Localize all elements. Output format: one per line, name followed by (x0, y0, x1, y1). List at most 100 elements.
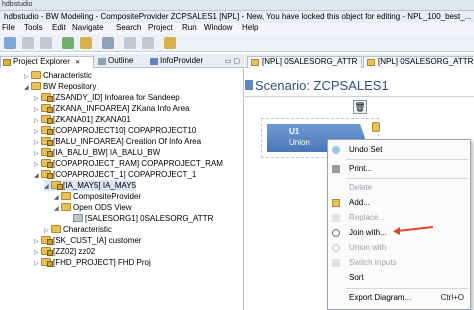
view-tab-row: Project Explorer ✕ Outline InfoProvider … (0, 54, 244, 68)
menu-item-export-diagram[interactable]: Export Diagram... Ctrl+O (328, 292, 470, 304)
twisty-icon[interactable]: ◢ (34, 171, 41, 182)
tree-row[interactable]: ▷ [COPAPROJECT10] COPAPROJECT10 (34, 125, 196, 136)
tree-row[interactable]: ▷ [FHD_PROJECT] FHD Proj (34, 257, 151, 268)
menu-item-sort[interactable]: Sort (328, 272, 470, 284)
menu-tools[interactable]: Tools (24, 23, 43, 32)
tree-row[interactable]: ▷ [SK_CUST_IA] customer (34, 235, 141, 246)
tree-row[interactable]: ▷ Characteristic (24, 70, 92, 81)
menu-project[interactable]: Project (148, 23, 173, 32)
tree-row[interactable]: [SALESORG1] 0SALESORG_ATTR (66, 213, 213, 224)
tree-label: [SK_CUST_IA] customer (53, 236, 142, 245)
editor-tab[interactable]: [NPL] 0SALESORG_ATTR (247, 56, 363, 68)
locked-folder-icon (41, 236, 53, 245)
menu-separator (346, 159, 468, 160)
back-icon[interactable] (124, 37, 136, 49)
tree-row[interactable]: ▷ [COPAPROJECT_RAM] COPAPROJECT_RAM (34, 158, 223, 169)
tree-row-selected[interactable]: ◢ [IA_MAY5] IA_MAY5 (44, 180, 137, 193)
tree-row[interactable]: ▷ [BALU_INFOAREA] Creation Of Info Area (34, 136, 201, 147)
divider (245, 96, 474, 97)
menu-item-print[interactable]: Print... (328, 163, 470, 175)
tree-label: [COPAPROJECT_1] COPAPROJECT_1 (53, 170, 197, 179)
lock-icon (372, 122, 380, 132)
tab-infoprovider[interactable]: InfoProvider (148, 56, 210, 68)
menu-item-undo-set[interactable]: Undo Set (328, 144, 470, 156)
replace-icon (332, 214, 340, 222)
menu-item-union-with[interactable]: Union with (328, 242, 470, 254)
locked-folder-icon (41, 159, 53, 168)
tab-outline[interactable]: Outline (96, 56, 154, 68)
minimize-maximize-icon[interactable]: ▭ ▢ (225, 57, 240, 65)
tree-row[interactable]: ◢ [COPAPROJECT_1] COPAPROJECT_1 (34, 169, 196, 180)
tree-row[interactable]: ◢ CompositeProvider (54, 191, 141, 202)
trash-icon[interactable]: 🗑 (353, 100, 367, 114)
join-icon (332, 229, 340, 237)
locked-folder-icon (41, 115, 53, 124)
os-title-strip: hdbstudio (0, 0, 474, 11)
tree-row[interactable]: ▷ [ZKANA01] ZKANA01 (34, 114, 131, 125)
union-icon (332, 244, 340, 252)
new-icon[interactable] (4, 37, 16, 49)
twisty-icon[interactable]: ◢ (24, 83, 31, 94)
menu-bar: File Tools Edit Navigate Search Project … (0, 23, 474, 34)
print-icon (332, 165, 340, 173)
tree-label: [IA_BALU_BW] IA_BALU_BW (53, 148, 161, 157)
menu-item-label: Sort (349, 273, 364, 282)
tab-project-explorer[interactable]: Project Explorer ✕ (0, 56, 94, 68)
save-all-icon[interactable] (40, 37, 52, 49)
folder-icon (31, 82, 41, 90)
menu-separator (346, 178, 468, 179)
tree-row[interactable]: ▷ [ZZ02] zz02 (34, 246, 95, 257)
ods-view-icon (367, 59, 375, 66)
search-icon[interactable] (102, 37, 114, 49)
app-name: hdbstudio (2, 1, 33, 8)
menu-item-label: Join with... (349, 228, 387, 237)
menu-run[interactable]: Run (182, 23, 197, 32)
locked-folder-icon (41, 258, 53, 267)
menu-item-replace[interactable]: Replace... (328, 212, 470, 224)
editor-tab-row: [NPL] 0SALESORG_ATTR [NPL] 0SALESORG_ATT… (245, 54, 474, 68)
tree-row[interactable]: ▷ [ZSANDY_ID] Infoarea for Sandeep (34, 92, 180, 103)
activate-icon[interactable] (62, 37, 74, 49)
menu-window[interactable]: Window (204, 23, 232, 32)
menu-file[interactable]: File (2, 23, 15, 32)
tree-label: [IA_MAY5] IA_MAY5 (63, 181, 137, 190)
close-icon[interactable]: ✕ (75, 60, 80, 66)
tree-label: [ZKANA01] ZKANA01 (53, 115, 131, 124)
menu-item-label: Replace... (349, 213, 386, 222)
tree-row[interactable]: ◢ Open ODS View (54, 202, 132, 213)
tree-row[interactable]: ◢ BW Repository (24, 81, 96, 92)
menu-search[interactable]: Search (116, 23, 141, 32)
menu-separator (346, 288, 468, 289)
tree-label: [BALU_INFOAREA] Creation Of Info Area (53, 137, 202, 146)
twisty-icon[interactable]: ▷ (34, 259, 41, 270)
scenario-icon (245, 80, 253, 90)
tree-label: [SALESORG1] 0SALESORG_ATTR (85, 214, 214, 223)
twisty-icon[interactable]: ◢ (44, 182, 51, 193)
menu-navigate[interactable]: Navigate (72, 23, 104, 32)
menu-edit[interactable]: Edit (52, 23, 66, 32)
tree-label: [ZZ02] zz02 (53, 247, 96, 256)
locked-folder-icon (41, 137, 53, 146)
forward-icon[interactable] (142, 37, 154, 49)
editor-tab[interactable]: [NPL] 0SALESORG_ATTR (363, 56, 474, 68)
menu-item-delete[interactable]: Delete (328, 182, 470, 194)
menu-help[interactable]: Help (242, 23, 258, 32)
save-icon[interactable] (22, 37, 34, 49)
menu-item-switch-inputs[interactable]: Switch Inputs (328, 257, 470, 269)
locked-folder-icon (41, 148, 53, 157)
check-icon[interactable] (80, 37, 92, 49)
twisty-icon[interactable]: ◢ (54, 204, 61, 215)
locked-folder-icon (41, 126, 53, 135)
tab-outline-label: Outline (108, 56, 134, 65)
main-toolbar (0, 34, 474, 52)
locked-folder-icon (51, 181, 63, 190)
tree-label: [COPAPROJECT_RAM] COPAPROJECT_RAM (53, 159, 223, 168)
toggle-icon[interactable] (164, 37, 176, 49)
tree-row[interactable]: ▷ [IA_BALU_BW] IA_BALU_BW (34, 147, 160, 158)
node-type: Union (289, 138, 310, 147)
tree-row[interactable]: ▷ [ZKANA_INFOAREA] ZKana Info Area (34, 103, 190, 114)
locked-folder-icon (41, 104, 53, 113)
tree-row[interactable]: ▷ Characteristic (44, 224, 112, 235)
node-name: U1 (289, 127, 300, 136)
menu-item-add[interactable]: Add... (328, 197, 470, 209)
